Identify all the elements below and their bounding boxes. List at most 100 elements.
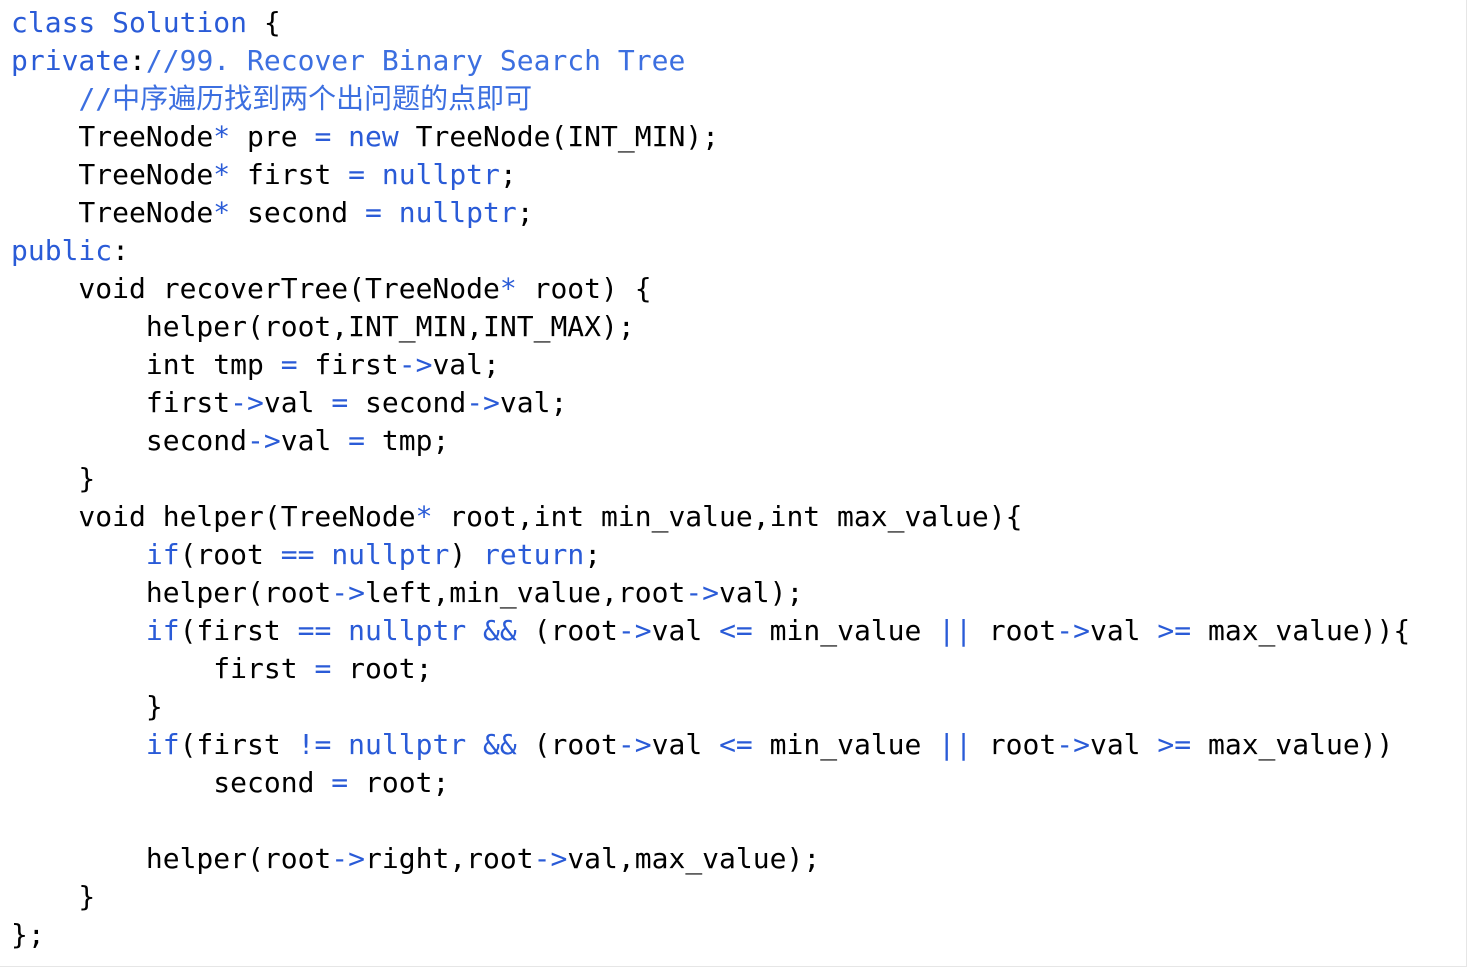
- code-operator: ->: [331, 842, 366, 875]
- code-text: TreeNode(INT_MIN);: [398, 120, 720, 153]
- code-text: }: [11, 690, 163, 723]
- code-operator: ->: [617, 614, 652, 647]
- code-line: if(root == nullptr) return;: [11, 536, 1410, 574]
- code-line: }: [11, 460, 1410, 498]
- code-keyword: public: [11, 234, 113, 267]
- code-keyword: nullptr: [348, 614, 467, 647]
- code-text: root) {: [516, 272, 652, 305]
- code-text: val: [1089, 614, 1158, 647]
- code-operator: ->: [230, 386, 264, 419]
- code-line: private://99. Recover Binary Search Tree: [11, 42, 1410, 80]
- code-text: val;: [499, 386, 568, 419]
- code-text: int tmp: [11, 348, 281, 381]
- code-text: helper(root: [11, 576, 332, 609]
- code-operator: >=: [1157, 728, 1192, 761]
- code-text: ;: [584, 538, 602, 571]
- code-text: root;: [331, 652, 433, 685]
- code-text: first: [230, 158, 349, 191]
- code-text: min_value: [752, 728, 939, 761]
- code-line: helper(root->left,min_value,root->val);: [11, 574, 1410, 612]
- code-text: min_value: [752, 614, 939, 647]
- code-operator: <=: [719, 728, 753, 761]
- code-operator: ->: [533, 842, 568, 875]
- code-operator: ==: [280, 538, 315, 571]
- code-operator: *: [213, 158, 231, 191]
- code-operator: !=: [297, 728, 332, 761]
- code-text: first: [11, 386, 231, 419]
- code-operator: =: [348, 424, 366, 457]
- code-operator: ||: [938, 728, 972, 761]
- code-comment: //中序遍历找到两个出问题的点即可: [78, 82, 533, 115]
- code-text: root: [971, 614, 1057, 647]
- code-operator: ->: [617, 728, 652, 761]
- code-line: TreeNode* second = nullptr;: [11, 194, 1410, 232]
- code-operator: &&: [483, 614, 517, 647]
- code-line: void recoverTree(TreeNode* root) {: [11, 270, 1410, 308]
- code-line: //中序遍历找到两个出问题的点即可: [11, 80, 1410, 118]
- code-text: second: [11, 766, 332, 799]
- code-text: (root: [516, 614, 618, 647]
- code-text: (first: [179, 614, 298, 647]
- code-keyword: if: [145, 728, 180, 761]
- code-text: val: [651, 728, 720, 761]
- code-text: right,root: [365, 842, 534, 875]
- code-text: first: [11, 652, 315, 685]
- code-text: helper(root: [11, 842, 332, 875]
- code-keyword: private: [11, 44, 130, 77]
- code-comment: //99. Recover Binary Search Tree: [145, 44, 686, 77]
- code-operator: ->: [1056, 728, 1090, 761]
- code-text: (first: [179, 728, 298, 761]
- code-line: class Solution {: [11, 4, 1410, 42]
- code-text: ;: [516, 196, 534, 229]
- code-text: val: [263, 386, 332, 419]
- code-operator: *: [499, 272, 517, 305]
- code-text: max_value)){: [1191, 614, 1411, 647]
- code-text: tmp;: [365, 424, 450, 457]
- code-operator: ==: [297, 614, 332, 647]
- code-text: val;: [432, 348, 500, 381]
- code-text: }: [11, 462, 96, 495]
- code-line: public:: [11, 232, 1410, 270]
- code-text: ): [449, 538, 484, 571]
- code-line: first = root;: [11, 650, 1410, 688]
- code-line: if(first == nullptr && (root->val <= min…: [11, 612, 1410, 650]
- code-keyword: new: [348, 120, 399, 153]
- code-text: TreeNode: [11, 196, 214, 229]
- code-text: second: [230, 196, 366, 229]
- code-operator: ||: [938, 614, 972, 647]
- code-text: second: [11, 424, 248, 457]
- code-operator: =: [280, 348, 298, 381]
- code-line: };: [11, 916, 1410, 954]
- code-text: };: [11, 918, 45, 951]
- code-keyword: if: [145, 614, 180, 647]
- code-operator: ->: [466, 386, 500, 419]
- code-text: second: [348, 386, 467, 419]
- code-text: val: [651, 614, 720, 647]
- code-editor: class Solution {private://99. Recover Bi…: [0, 0, 1467, 967]
- code-text: root,int min_value,int max_value){: [432, 500, 1023, 533]
- code-keyword: nullptr: [348, 728, 467, 761]
- code-operator: ->: [247, 424, 281, 457]
- code-keyword: nullptr: [331, 538, 450, 571]
- code-operator: =: [365, 196, 382, 229]
- code-text: :: [112, 234, 130, 267]
- code-text: val: [1089, 728, 1158, 761]
- code-line: }: [11, 688, 1410, 726]
- code-line: second->val = tmp;: [11, 422, 1410, 460]
- code-line: second = root;: [11, 764, 1410, 802]
- code-text: {: [247, 6, 281, 39]
- code-operator: =: [331, 386, 349, 419]
- code-operator: *: [415, 500, 433, 533]
- code-operator: >=: [1157, 614, 1192, 647]
- code-line: TreeNode* pre = new TreeNode(INT_MIN);: [11, 118, 1410, 156]
- code-operator: =: [331, 766, 349, 799]
- code-line: TreeNode* first = nullptr;: [11, 156, 1410, 194]
- code-text: (root: [516, 728, 618, 761]
